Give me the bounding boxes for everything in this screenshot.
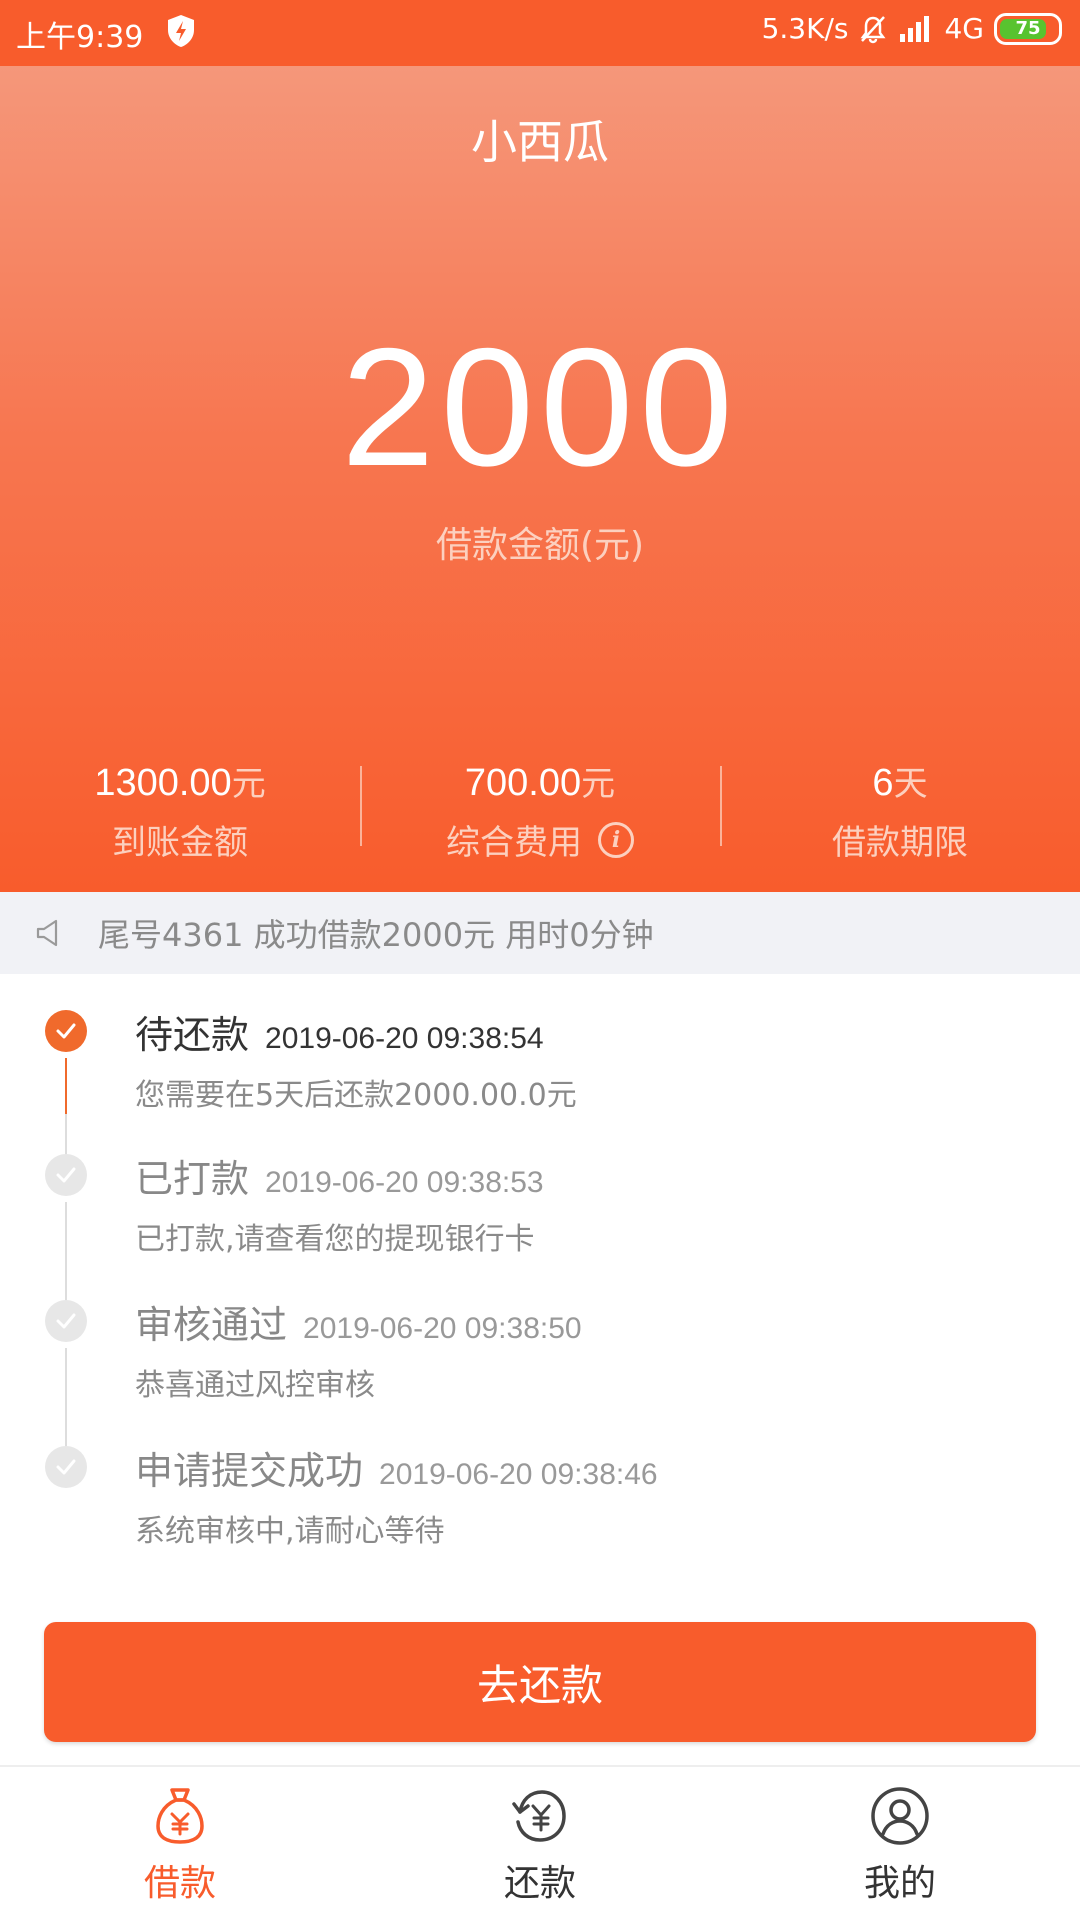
stat-label: 综合费用 (446, 823, 582, 863)
signal-icon (900, 15, 930, 42)
status-bar: 上午9:39 5.3K/s 4G 75 (0, 0, 1080, 66)
notice-bar: 尾号4361 成功借款2000元 用时0分钟 (0, 892, 1080, 974)
stat-received-amount: 1300.00元 到账金额 (0, 756, 360, 876)
repay-cycle-icon (512, 1789, 566, 1842)
timeline-desc: 已打款,请查看您的提现银行卡 (135, 1222, 535, 1257)
check-icon (45, 1300, 87, 1342)
repay-button[interactable]: 去还款 (44, 1622, 1036, 1742)
stat-unit: 元 (231, 765, 266, 803)
timeline-title: 申请提交成功 (135, 1449, 364, 1493)
timeline-time: 2019-06-20 09:38:46 (379, 1458, 658, 1491)
stat-label: 到账金额 (112, 823, 248, 863)
status-time: 上午9:39 (16, 20, 144, 55)
network-speed: 5.3K/s (761, 12, 849, 45)
nav-label: 我的 (863, 1862, 936, 1904)
nav-item-mine[interactable]: 我的 (720, 1767, 1080, 1922)
check-icon (45, 1446, 87, 1488)
battery-icon: 75 (994, 12, 1062, 45)
timeline-desc: 系统审核中,请耐心等待 (135, 1514, 445, 1549)
loan-amount-label: 借款金额(元) (435, 525, 645, 566)
timeline-connector (65, 1202, 67, 1310)
timeline-title: 已打款 (135, 1157, 250, 1201)
stat-total-fee: 700.00元 综合费用 i (360, 756, 720, 876)
timeline-time: 2019-06-20 09:38:53 (265, 1166, 544, 1199)
check-icon (45, 1154, 87, 1196)
bottom-nav: 借款 还款 我的 (0, 1765, 1080, 1922)
nav-label: 借款 (143, 1862, 216, 1904)
timeline-desc: 您需要在5天后还款2000.00.0元 (135, 1078, 577, 1113)
speaker-icon (36, 919, 58, 947)
notice-text: 尾号4361 成功借款2000元 用时0分钟 (98, 916, 654, 954)
info-icon[interactable]: i (598, 821, 634, 858)
status-right: 5.3K/s 4G 75 (762, 12, 1062, 45)
shield-icon (168, 15, 194, 47)
timeline-desc: 恭喜通过风控审核 (135, 1368, 375, 1403)
nav-label: 还款 (503, 1862, 576, 1904)
stat-value: 6 (872, 762, 894, 804)
timeline-title: 审核通过 (135, 1303, 288, 1347)
stat-loan-term: 6天 借款期限 (720, 756, 1080, 876)
page-title: 小西瓜 (471, 115, 609, 169)
nav-item-repay[interactable]: 还款 (360, 1767, 720, 1922)
user-icon (871, 1786, 929, 1845)
stat-label: 借款期限 (832, 823, 968, 863)
check-icon (45, 1010, 87, 1052)
network-type: 4G (944, 12, 984, 45)
timeline-connector (65, 1058, 67, 1114)
bell-muted-icon (860, 15, 886, 43)
timeline-time: 2019-06-20 09:38:54 (265, 1022, 544, 1055)
timeline-connector (65, 1348, 67, 1456)
stat-unit: 天 (893, 765, 928, 803)
stat-unit: 元 (581, 765, 616, 803)
loan-stats: 1300.00元 到账金额 700.00元 综合费用 i 6天 借款期限 (0, 756, 1080, 876)
timeline-time: 2019-06-20 09:38:50 (303, 1312, 582, 1345)
loan-amount: 2000 (341, 313, 739, 501)
loan-summary-header: 小西瓜 2000 借款金额(元) 1300.00元 到账金额 700.00元 综… (0, 66, 1080, 892)
stat-value: 1300.00 (94, 762, 232, 804)
battery-level: 75 (1015, 18, 1041, 39)
nav-item-loan[interactable]: 借款 (0, 1767, 360, 1922)
money-bag-icon (156, 1787, 204, 1844)
stat-value: 700.00 (464, 762, 582, 804)
timeline-title: 待还款 (135, 1013, 250, 1057)
